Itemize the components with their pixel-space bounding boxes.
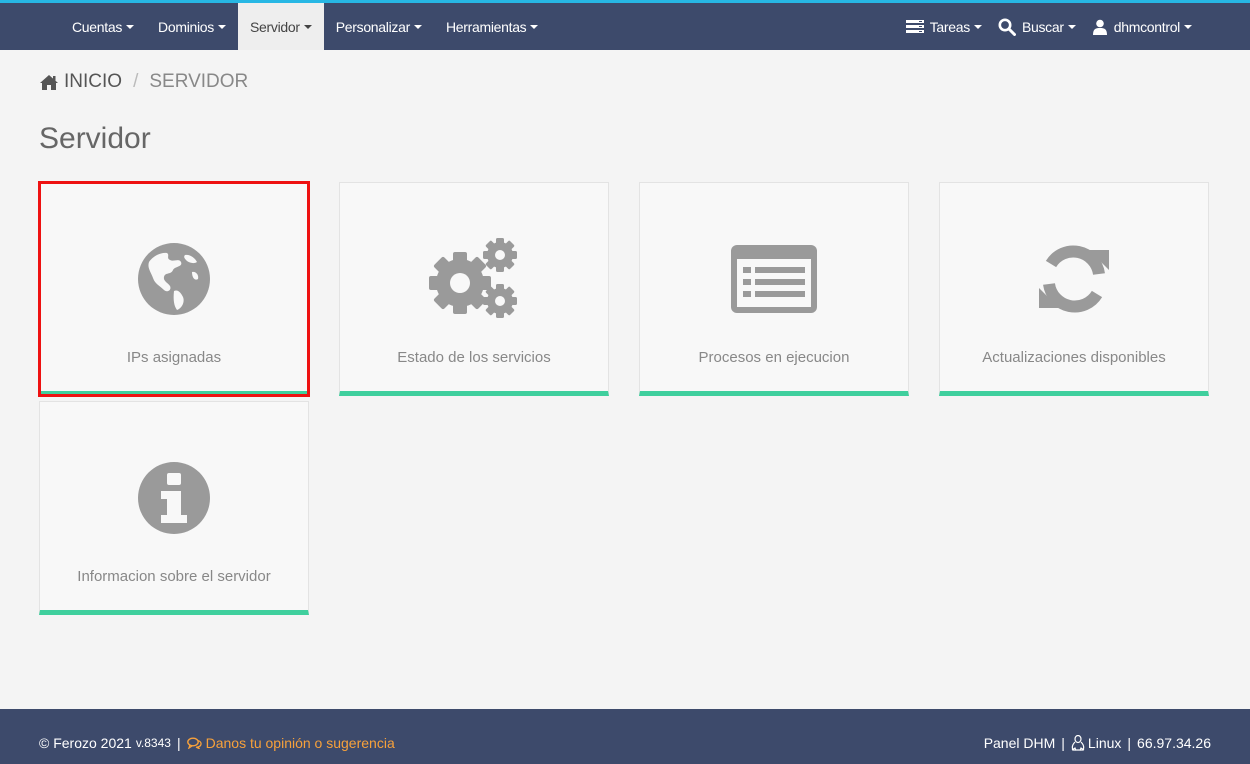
home-icon <box>40 74 58 90</box>
refresh-icon <box>1039 245 1109 313</box>
nav-item-dominios[interactable]: Dominios <box>146 3 238 50</box>
card-informacion-servidor[interactable]: Informacion sobre el servidor <box>39 401 309 615</box>
comments-icon <box>186 737 202 749</box>
caret-down-icon <box>303 24 312 29</box>
search-icon <box>998 18 1016 36</box>
page-title: Servidor <box>39 122 151 155</box>
card-procesos-ejecucion[interactable]: Procesos en ejecucion <box>639 182 909 396</box>
top-navbar: Cuentas Dominios Servidor Personalizar H… <box>0 0 1250 50</box>
globe-icon <box>138 243 210 315</box>
caret-down-icon <box>1184 24 1192 29</box>
tasks-label: Tareas <box>929 18 971 35</box>
nav-item-servidor[interactable]: Servidor <box>238 3 324 50</box>
card-ips-asignadas[interactable]: IPs asignadas <box>38 181 310 397</box>
caret-down-icon <box>530 24 539 29</box>
user-nav: Tareas Buscar dhmcontrol <box>898 3 1200 50</box>
caret-down-icon <box>413 24 422 29</box>
card-label: IPs asignadas <box>126 349 222 366</box>
footer-panel: Panel DHM <box>983 735 1056 751</box>
caret-down-icon <box>1067 24 1076 29</box>
footer: © Ferozo 2021 v.8343 | Danos tu opinión … <box>0 709 1250 764</box>
list-alt-icon <box>731 245 817 313</box>
footer-version: v.8343 <box>135 736 171 750</box>
nav-item-label: Servidor <box>250 18 300 35</box>
footer-separator: | <box>1061 735 1065 751</box>
nav-item-label: Personalizar <box>335 18 411 35</box>
breadcrumb: INICIO / SERVIDOR <box>39 70 248 94</box>
breadcrumb-current: SERVIDOR <box>149 71 249 92</box>
card-label: Informacion sobre el servidor <box>77 568 271 585</box>
footer-separator: | <box>1127 735 1132 751</box>
feedback-link[interactable]: Danos tu opinión o sugerencia <box>186 735 395 751</box>
search-menu[interactable]: Buscar <box>990 3 1084 50</box>
card-label: Estado de los servicios <box>397 349 551 366</box>
nav-item-label: Herramientas <box>445 18 527 35</box>
card-estado-servicios[interactable]: Estado de los servicios <box>339 182 609 396</box>
nav-item-herramientas[interactable]: Herramientas <box>434 3 550 50</box>
breadcrumb-home-label: INICIO <box>64 71 123 92</box>
linux-icon <box>1071 735 1085 751</box>
user-menu[interactable]: dhmcontrol <box>1084 3 1200 50</box>
tasks-menu[interactable]: Tareas <box>898 3 990 50</box>
nav-item-label: Cuentas <box>72 18 123 35</box>
user-label: dhmcontrol <box>1113 18 1181 35</box>
feedback-link-label: Danos tu opinión o sugerencia <box>205 735 395 751</box>
nav-item-cuentas[interactable]: Cuentas <box>60 3 146 50</box>
card-label: Actualizaciones disponibles <box>982 349 1166 366</box>
footer-os: Linux <box>1087 735 1122 751</box>
caret-down-icon <box>973 24 982 29</box>
nav-item-personalizar[interactable]: Personalizar <box>324 3 434 50</box>
card-actualizaciones[interactable]: Actualizaciones disponibles <box>939 182 1209 396</box>
info-circle-icon <box>138 462 210 534</box>
card-label: Procesos en ejecucion <box>698 349 850 366</box>
breadcrumb-separator: / <box>133 71 139 92</box>
gears-icon <box>429 238 517 318</box>
footer-copyright: © Ferozo 2021 <box>39 735 132 751</box>
user-icon <box>1092 19 1107 35</box>
footer-separator: | <box>176 735 181 751</box>
tasks-icon <box>905 19 924 33</box>
search-label: Buscar <box>1021 18 1064 35</box>
caret-down-icon <box>126 24 135 29</box>
breadcrumb-home[interactable]: INICIO <box>39 71 122 93</box>
nav-item-label: Dominios <box>158 18 214 35</box>
main-nav: Cuentas Dominios Servidor Personalizar H… <box>60 3 550 50</box>
caret-down-icon <box>218 24 226 29</box>
footer-ip: 66.97.34.26 <box>1137 735 1211 751</box>
